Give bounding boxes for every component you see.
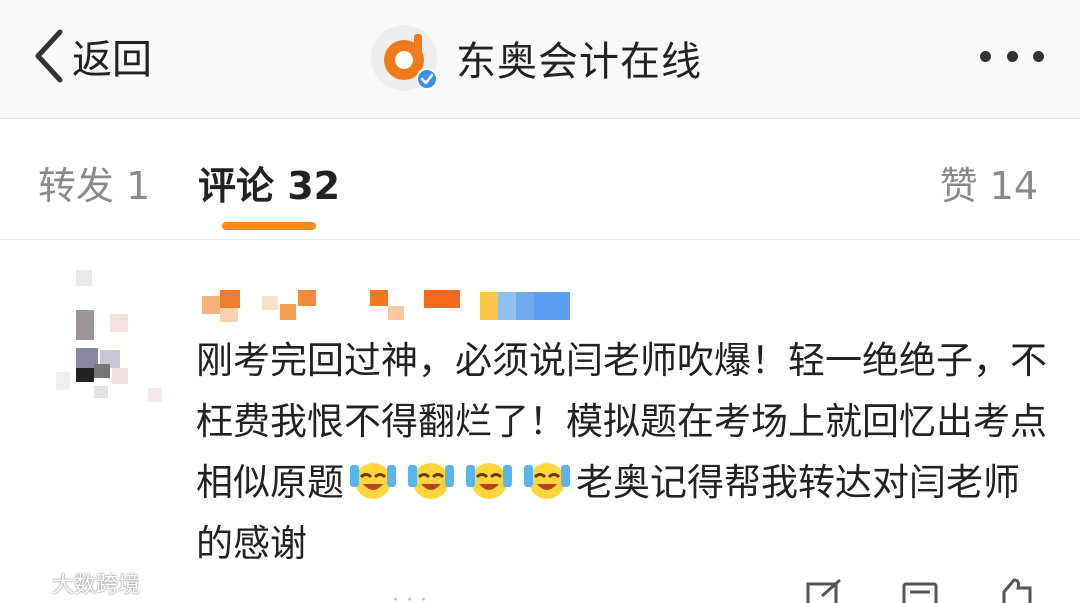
dot [980, 50, 991, 62]
comment-text: 刚考完回过神，必须说闫老师吹爆！轻一绝绝子，不枉费我恨不得翻烂了！模拟题在考场上… [196, 330, 1056, 574]
dot [1033, 50, 1044, 62]
watermark: 大数跨境 [8, 566, 140, 600]
watermark-logo-icon [11, 574, 45, 593]
comment-item: 刚考完回过神，必须说闫老师吹爆！轻一绝绝子，不枉费我恨不得翻烂了！模拟题在考场上… [0, 240, 1080, 603]
commenter-avatar-blurred[interactable] [52, 264, 164, 404]
account-avatar[interactable] [370, 24, 438, 92]
comment-meta-cut-off: · · · [392, 588, 427, 603]
account-header[interactable]: 东奥会计在线 [370, 22, 702, 94]
verified-badge-icon [416, 68, 438, 90]
active-tab-indicator [222, 222, 316, 230]
back-button[interactable]: 返回 [30, 26, 152, 86]
account-name[interactable]: 东奥会计在线 [456, 29, 702, 87]
top-nav-bar: 返回 东奥会计在线 [0, 0, 1080, 119]
watermark-text: 大数跨境 [52, 573, 141, 598]
tab-bar: 转发 1 评论 32 赞 14 [0, 119, 1080, 240]
laughing-crying-emoji-icon [350, 463, 396, 499]
comment-icon[interactable] [900, 578, 940, 603]
like-icon[interactable] [996, 578, 1036, 603]
laughing-crying-emoji-icon [524, 463, 570, 499]
tab-reposts[interactable]: 转发 1 [38, 155, 150, 210]
back-label: 返回 [72, 37, 152, 83]
comment-detail-page: 返回 东奥会计在线 转发 1 评论 32 赞 14 刚考完回过神，必须说闫老师吹… [0, 0, 1080, 603]
tab-comments[interactable]: 评论 32 [198, 155, 340, 210]
dot [1006, 50, 1018, 62]
commenter-name-blurred[interactable] [198, 288, 578, 324]
tab-likes[interactable]: 赞 14 [940, 155, 1038, 210]
more-dots-icon[interactable] [980, 46, 1044, 66]
laughing-crying-emoji-icon [466, 463, 512, 499]
laughing-crying-emoji-icon [408, 463, 454, 499]
repost-icon[interactable] [804, 578, 844, 603]
chevron-left-icon [35, 29, 63, 83]
